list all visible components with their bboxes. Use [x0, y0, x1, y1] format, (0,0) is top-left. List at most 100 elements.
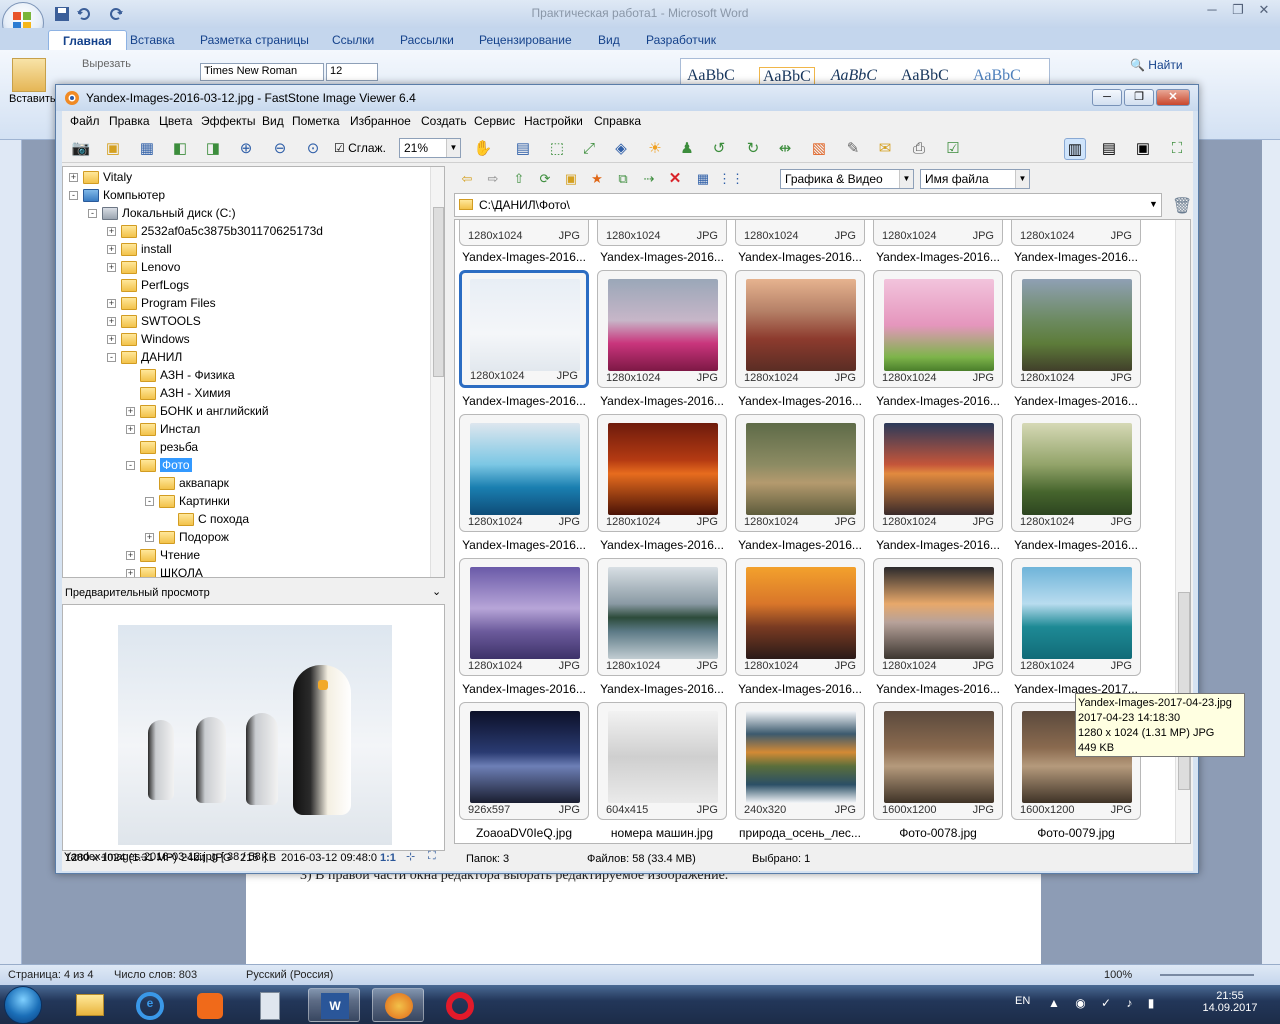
thumbnail-filename[interactable]: Yandex-Images-2016... [731, 538, 869, 552]
layout-thumbs-icon[interactable]: ▤ [1098, 138, 1120, 160]
expand-icon[interactable]: + [107, 299, 116, 308]
tree-node[interactable]: +2532af0a5c3875b301170625173d [63, 223, 423, 241]
calculator-taskbar-icon[interactable] [244, 988, 296, 1022]
menu-tools[interactable]: Сервис [474, 114, 515, 128]
menu-view[interactable]: Вид [262, 114, 284, 128]
thumbnail[interactable]: 604x415 JPG [597, 702, 727, 820]
thumbnail[interactable]: 1280x1024 JPG [459, 414, 589, 532]
tree-node-label[interactable]: Подорож [179, 530, 229, 544]
media-player-taskbar-icon[interactable] [184, 988, 236, 1022]
tree-node-label[interactable]: Картинки [179, 494, 230, 508]
faststone-taskbar-icon[interactable] [372, 988, 424, 1022]
thumbnail-filename[interactable]: Yandex-Images-2016... [869, 394, 1007, 408]
fs-close-button[interactable]: ✕ [1156, 89, 1190, 106]
layout-preview-icon[interactable]: ▣ [1132, 138, 1154, 160]
next-icon[interactable]: ◨ [202, 138, 224, 160]
start-button[interactable] [4, 986, 42, 1024]
current-path[interactable]: C:\ДАНИЛ\Фото\ [479, 198, 570, 212]
collapse-icon[interactable]: - [88, 209, 97, 218]
word-tab-insert[interactable]: Вставка [116, 30, 189, 50]
tree-scrollbar[interactable] [430, 167, 444, 577]
expand-icon[interactable]: + [107, 227, 116, 236]
tree-node[interactable]: + Lenovo [63, 259, 423, 277]
hand-tool-icon[interactable]: ✋ [472, 138, 494, 160]
print-icon[interactable]: ⎙ [908, 138, 930, 160]
collapse-icon[interactable]: - [126, 461, 135, 470]
thumbnail[interactable]: 1280x1024 JPG [459, 558, 589, 676]
tree-node[interactable]: + install [63, 241, 423, 259]
tree-node-label[interactable]: Фото [160, 458, 192, 472]
batch-icon[interactable]: ☑ [942, 138, 964, 160]
word-count[interactable]: Число слов: 803 [114, 969, 197, 981]
zoom-level[interactable]: 100% [1104, 969, 1132, 981]
thumbnail-filename[interactable]: Yandex-Images-2016... [593, 682, 731, 696]
tree-node[interactable]: + SWTOOLS [63, 313, 423, 331]
tree-node[interactable]: + Windows [63, 331, 423, 349]
collapse-preview-icon[interactable]: ⌄ [432, 585, 441, 598]
thumbnail[interactable]: 1600x1200 JPG [873, 702, 1003, 820]
word-tab-developer[interactable]: Разработчик [632, 30, 730, 50]
thumbnail[interactable]: 1280x1024 JPG [735, 270, 865, 388]
word-tab-home[interactable]: Главная [48, 30, 127, 50]
thumbnail-filename[interactable]: Yandex-Images-2016... [455, 250, 593, 264]
font-size-select[interactable]: 12 [326, 63, 378, 81]
tree-node-label[interactable]: Windows [141, 332, 190, 346]
expand-icon[interactable]: + [126, 407, 135, 416]
thumbnail-filename[interactable]: Yandex-Images-2016... [455, 538, 593, 552]
grid-scroll-thumb[interactable] [1178, 592, 1190, 790]
thumbnail-filename[interactable]: Yandex-Images-2016... [869, 538, 1007, 552]
expand-icon[interactable]: + [107, 263, 116, 272]
tree-node[interactable]: + Vitaly [63, 169, 423, 187]
menu-favorites[interactable]: Избранное [350, 114, 411, 128]
thumbnail-filename[interactable]: Yandex-Images-2016... [593, 538, 731, 552]
word-tab-view[interactable]: Вид [584, 30, 634, 50]
path-combobox[interactable]: C:\ДАНИЛ\Фото\ ▼ [454, 193, 1162, 217]
tree-node-label[interactable]: ДАНИЛ [141, 350, 182, 364]
camera-icon[interactable]: 📷 [70, 138, 92, 160]
expand-icon[interactable]: + [107, 245, 116, 254]
thumbnail[interactable]: 1280x1024 JPG [873, 270, 1003, 388]
word-tab-mailings[interactable]: Рассылки [386, 30, 468, 50]
menu-tag[interactable]: Пометка [292, 114, 340, 128]
thumbnail[interactable]: 1280x1024 JPG [873, 220, 1003, 246]
tree-node-label[interactable]: аквапарк [179, 476, 229, 490]
tree-node[interactable]: АЗН - Физика [63, 367, 423, 385]
tree-node[interactable]: + Чтение [63, 547, 423, 565]
tree-node[interactable]: АЗН - Химия [63, 385, 423, 403]
flip-icon[interactable]: ⇹ [774, 138, 796, 160]
tree-node[interactable]: + БОНК и английский [63, 403, 423, 421]
open-folder-icon[interactable]: ▣ [102, 138, 124, 160]
wallpaper-icon[interactable]: ▧ [808, 138, 830, 160]
thumbnail[interactable]: 1280x1024 JPG [735, 558, 865, 676]
menu-help[interactable]: Справка [594, 114, 641, 128]
copy-to-icon[interactable]: ⧉ [612, 168, 634, 190]
word-taskbar-icon[interactable]: W [308, 988, 360, 1022]
smooth-checkbox[interactable]: ☑ Сглаж. [334, 141, 386, 155]
thumbnail[interactable]: 1280x1024 JPG [873, 558, 1003, 676]
tree-node[interactable]: + Подорож [63, 529, 423, 547]
thumbnail-filename[interactable]: Фото-0078.jpg [869, 826, 1007, 840]
thumbnail-filename[interactable]: номера машин.jpg [593, 826, 731, 840]
menu-settings[interactable]: Настройки [524, 114, 583, 128]
tree-node-label[interactable]: Компьютер [103, 188, 165, 202]
tree-node-label[interactable]: install [141, 242, 172, 256]
tree-node-label[interactable]: С похода [198, 512, 249, 526]
fs-minimize-button[interactable]: ─ [1092, 89, 1122, 106]
folder-tree[interactable]: + Vitaly - Компьютер - Локальный диск (C:) +25… [62, 166, 445, 578]
thumbnail-filename[interactable]: Yandex-Images-2016... [1007, 538, 1145, 552]
paste-button[interactable]: Вставить [9, 93, 56, 105]
thumbnail-filename[interactable]: природа_осень_лес... [731, 826, 869, 840]
actual-size-icon[interactable]: ⊙ [302, 138, 324, 160]
thumbnail-filename[interactable]: Yandex-Images-2016... [731, 682, 869, 696]
thumbnail-filename[interactable]: ZoaoaDV0IeQ.jpg [455, 826, 593, 840]
collapse-icon[interactable]: - [145, 497, 154, 506]
zoom-select[interactable]: 21% ▼ [399, 138, 461, 158]
sun-icon[interactable]: ☀ [644, 138, 666, 160]
word-document-page[interactable] [246, 870, 1041, 965]
thumbnail-filename[interactable]: Yandex-Images-2016... [1007, 250, 1145, 264]
expand-icon[interactable]: + [107, 335, 116, 344]
stamp-icon[interactable]: ♟ [676, 138, 698, 160]
thumbnail-filename[interactable]: Yandex-Images-2016... [869, 682, 1007, 696]
thumbnail-filename[interactable]: Yandex-Images-2016... [593, 250, 731, 264]
style-sample[interactable]: АаВbС [831, 67, 877, 85]
